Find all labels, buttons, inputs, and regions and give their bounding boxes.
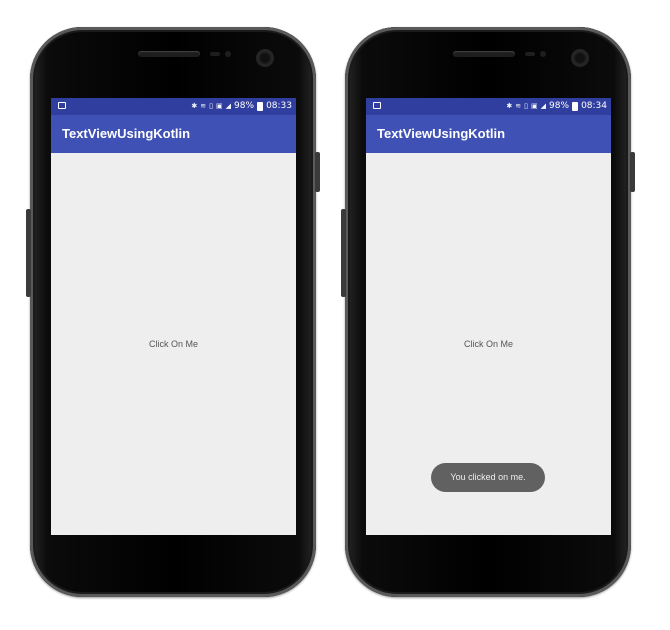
proximity-sensor (525, 52, 535, 56)
notification-icon (58, 102, 66, 109)
status-bar: ✱ ≋ ▯ ▣ ◢ 98% 08:34 (366, 98, 611, 115)
signal-icon: ◢ (225, 102, 232, 110)
screen: ✱ ≋ ▯ ▣ ◢ 98% 08:34 TextViewUsingKotlin … (366, 98, 611, 535)
lte-icon: ▣ (216, 102, 223, 110)
notification-icon (373, 102, 381, 109)
status-icons: ✱ ≋ ▯ ▣ ◢ 98% 08:34 (506, 101, 607, 112)
volte-icon: ▯ (209, 102, 214, 110)
click-on-me-text[interactable]: Click On Me (51, 339, 296, 349)
app-bar: TextViewUsingKotlin (51, 115, 296, 153)
battery-icon (257, 102, 264, 111)
volume-button[interactable] (26, 209, 31, 297)
phone-frame-right: ✱ ≋ ▯ ▣ ◢ 98% 08:34 TextViewUsingKotlin … (341, 27, 635, 597)
battery-icon (572, 102, 579, 111)
power-button[interactable] (315, 152, 320, 192)
front-camera (573, 51, 587, 65)
phone-frame-left: ✱ ≋ ▯ ▣ ◢ 98% 08:33 TextViewUsingKotlin … (26, 27, 320, 597)
light-sensor (540, 51, 546, 57)
signal-icon: ◢ (540, 102, 547, 110)
earpiece-speaker (138, 51, 200, 57)
battery-percent: 98% (234, 101, 255, 111)
bluetooth-icon: ✱ (191, 102, 198, 110)
light-sensor (225, 51, 231, 57)
vibrate-icon: ≋ (200, 102, 207, 110)
proximity-sensor (210, 52, 220, 56)
status-bar: ✱ ≋ ▯ ▣ ◢ 98% 08:33 (51, 98, 296, 115)
app-bar: TextViewUsingKotlin (366, 115, 611, 153)
front-camera (258, 51, 272, 65)
battery-percent: 98% (549, 101, 570, 111)
screen: ✱ ≋ ▯ ▣ ◢ 98% 08:33 TextViewUsingKotlin … (51, 98, 296, 535)
power-button[interactable] (630, 152, 635, 192)
lte-icon: ▣ (531, 102, 538, 110)
status-icons: ✱ ≋ ▯ ▣ ◢ 98% 08:33 (191, 101, 292, 112)
volume-button[interactable] (341, 209, 346, 297)
bluetooth-icon: ✱ (506, 102, 513, 110)
app-title: TextViewUsingKotlin (62, 126, 191, 141)
clock: 08:33 (266, 101, 292, 111)
app-title: TextViewUsingKotlin (377, 126, 506, 141)
volte-icon: ▯ (524, 102, 529, 110)
click-on-me-text[interactable]: Click On Me (366, 339, 611, 349)
vibrate-icon: ≋ (515, 102, 522, 110)
clock: 08:34 (581, 101, 607, 111)
toast-message: You clicked on me. (431, 463, 545, 492)
earpiece-speaker (453, 51, 515, 57)
